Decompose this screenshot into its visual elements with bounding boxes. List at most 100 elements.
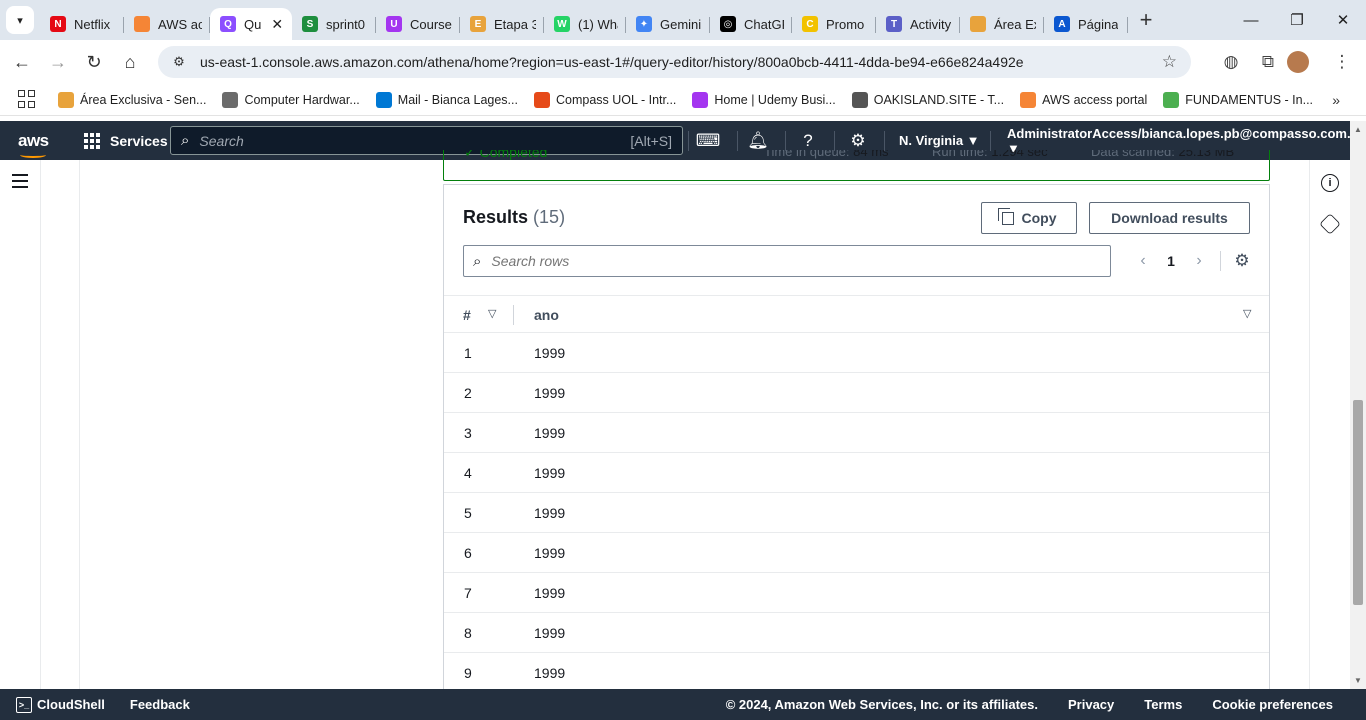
table-row[interactable]: 1 1999 [444,333,1269,373]
tab-title: ChatGP [744,16,784,32]
table-row[interactable]: 6 1999 [444,533,1269,573]
cookie-preferences-link[interactable]: Cookie preferences [1212,697,1333,712]
tab-search-button[interactable]: ▾ [6,6,34,34]
current-page[interactable]: 1 [1156,253,1186,269]
bookmark-label: Computer Hardwar... [244,92,360,107]
tab-favicon-icon: ✦ [636,16,652,32]
browser-tab[interactable]: A Página [1044,8,1128,40]
table-row[interactable]: 7 1999 [444,573,1269,613]
table-row[interactable]: 3 1999 [444,413,1269,453]
browser-tab[interactable]: N Netflix [40,8,124,40]
tab-title: Área Ex [994,16,1036,32]
aws-logo[interactable]: aws [18,131,50,158]
browser-tab[interactable]: E Etapa 3 [460,8,544,40]
bookmark-label: Compass UOL - Intr... [555,92,677,107]
download-results-button[interactable]: Download results [1089,202,1250,234]
feedback-link[interactable]: Feedback [130,697,190,712]
bookmark-item[interactable]: Mail - Bianca Lages... [375,91,518,108]
sort-caret-icon[interactable]: ▽ [1243,307,1251,320]
browser-tab[interactable]: C Promo [792,8,876,40]
bookmark-label: Home | Udemy Busi... [714,92,836,107]
menu-hamburger-icon[interactable] [12,174,28,192]
tools-hexagon-icon[interactable] [1319,213,1341,235]
search-rows-input[interactable] [491,253,1052,269]
back-arrow-icon[interactable]: ← [4,44,40,80]
previous-page-icon[interactable]: ‹ [1130,252,1156,270]
tab-title: Qu [244,16,262,32]
cell-ano: 1999 [534,425,566,441]
bookmark-item[interactable]: Computer Hardwar... [222,91,360,108]
browser-tab[interactable]: ◎ ChatGP [710,8,792,40]
bookmark-favicon-icon [375,91,392,108]
table-row[interactable]: 2 1999 [444,373,1269,413]
bookmark-star-icon[interactable]: ☆ [1162,52,1177,72]
more-bookmarks-icon[interactable]: » [1332,92,1340,108]
address-bar[interactable]: ⚙ us-east-1.console.aws.amazon.com/athen… [158,46,1191,78]
services-menu[interactable]: Services [84,132,168,149]
restore-icon[interactable]: ❐ [1274,0,1320,40]
page-scrollbar[interactable]: ▲ ▼ [1350,121,1366,689]
close-tab-icon[interactable]: ✕ [271,16,283,33]
scroll-down-icon[interactable]: ▼ [1354,676,1362,685]
region-selector[interactable]: N. Virginia ▼ [899,133,980,148]
table-row[interactable]: 5 1999 [444,493,1269,533]
results-panel: Results (15) Copy Download results ⌕ ‹ 1… [443,184,1270,693]
cloudshell-link[interactable]: >_ CloudShell [16,696,105,713]
copy-button[interactable]: Copy [981,202,1077,234]
browser-tab[interactable]: Q Qu ✕ [210,8,292,40]
browser-toolbar: ← → ↻ ⌂ ⚙ us-east-1.console.aws.amazon.c… [0,40,1366,84]
bookmark-item[interactable]: Área Exclusiva - Sen... [58,91,207,108]
scroll-up-icon[interactable]: ▲ [1354,125,1362,134]
bookmark-item[interactable]: Home | Udemy Busi... [692,91,836,108]
tab-list: N Netflix AWS ac Q Qu ✕ Ssprint0 U Course E Etapa … [40,0,1128,40]
table-row[interactable]: 8 1999 [444,613,1269,653]
search-placeholder: Search [199,132,244,149]
scrollbar-thumb[interactable] [1353,400,1363,605]
info-icon[interactable]: i [1321,174,1339,192]
column-resizer[interactable] [513,305,514,325]
minimize-icon[interactable]: — [1228,0,1274,40]
close-window-icon[interactable]: ✕ [1320,0,1366,40]
sort-caret-icon[interactable]: ▽ [488,307,496,320]
extensions-puzzle-icon[interactable]: ⧉ [1250,44,1286,80]
table-row[interactable]: 9 1999 [444,653,1269,693]
tab-title: AWS ac [158,16,202,32]
browser-tab[interactable]: W (1) Wha [544,8,626,40]
bookmark-item[interactable]: Compass UOL - Intr... [533,91,677,108]
site-info-icon[interactable]: ⚙ [166,54,192,70]
privacy-link[interactable]: Privacy [1068,697,1114,712]
new-tab-button[interactable]: + [1132,9,1160,31]
bookmark-label: Área Exclusiva - Sen... [80,92,207,107]
forward-arrow-icon[interactable]: → [40,44,76,80]
reload-icon[interactable]: ↻ [76,44,112,80]
table-preferences-gear-icon[interactable]: ⚙ [1229,251,1255,271]
bookmark-favicon-icon [851,91,868,108]
browser-menu-icon[interactable]: ⋮ [1324,44,1360,80]
browser-tab[interactable]: Ssprint0 [292,8,376,40]
nav-divider [834,131,835,151]
column-header-ano[interactable]: ano [534,307,559,323]
profile-avatar[interactable] [1287,51,1309,73]
next-page-icon[interactable]: › [1186,252,1212,270]
browser-tab[interactable]: Área Ex [960,8,1044,40]
search-rows-field[interactable]: ⌕ [463,245,1111,277]
bookmark-favicon-icon [222,91,239,108]
cell-ano: 1999 [534,545,566,561]
cell-ano: 1999 [534,625,566,641]
bookmark-favicon-icon [692,91,709,108]
extension-globe-icon[interactable]: ◍ [1213,44,1249,80]
terms-link[interactable]: Terms [1144,697,1182,712]
browser-tab[interactable]: U Course [376,8,460,40]
home-icon[interactable]: ⌂ [112,44,148,80]
bookmark-item[interactable]: OAKISLAND.SITE - T... [851,91,1004,108]
tab-favicon-icon [970,16,986,32]
bookmark-item[interactable]: FUNDAMENTUS - In... [1163,91,1313,108]
apps-grid-icon[interactable] [18,89,38,110]
browser-tab[interactable]: T Activity [876,8,960,40]
browser-tab[interactable]: ✦ Gemini [626,8,710,40]
browser-tab[interactable]: AWS ac [124,8,210,40]
table-row[interactable]: 4 1999 [444,453,1269,493]
cell-index: 5 [464,505,472,521]
bookmark-item[interactable]: AWS access portal [1020,91,1147,108]
column-header-index: # [463,307,471,323]
